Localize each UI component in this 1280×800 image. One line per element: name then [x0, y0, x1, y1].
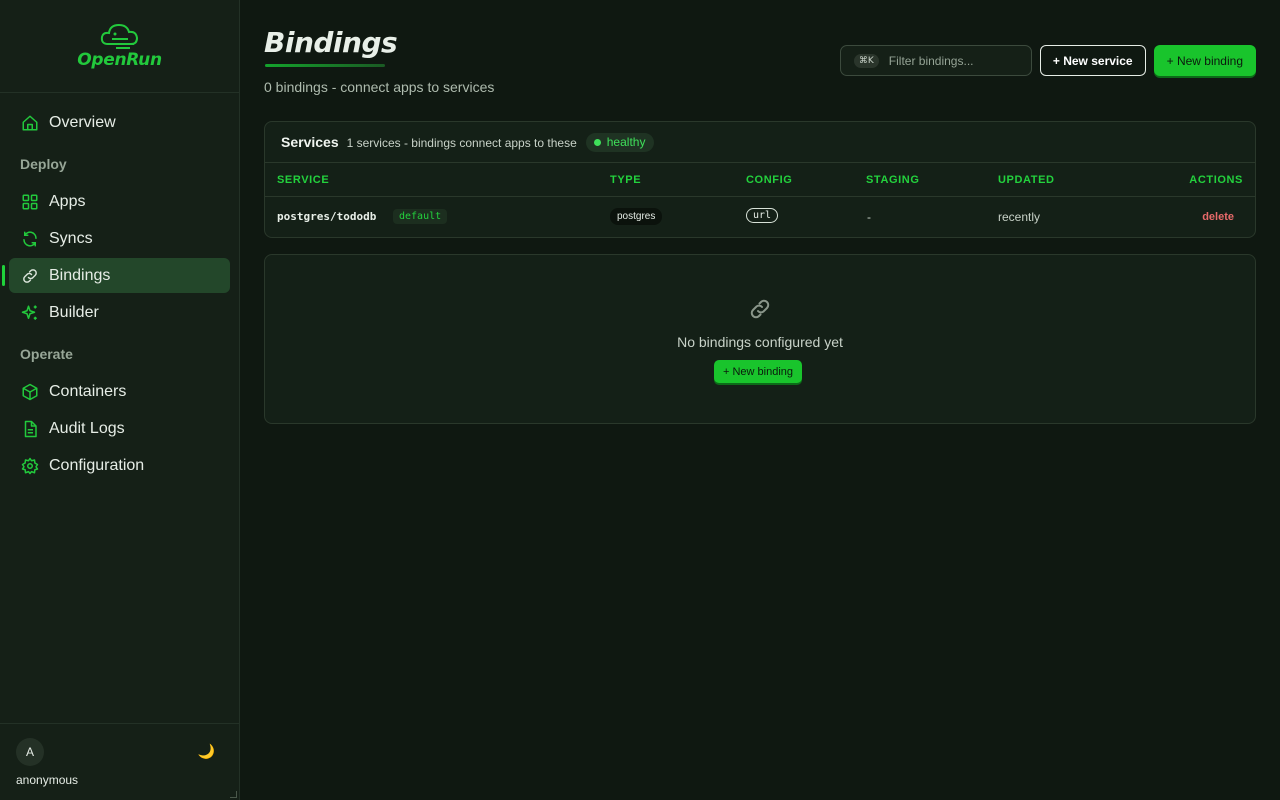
sidebar-item-apps[interactable]: Apps — [9, 184, 230, 219]
cloud-logo-icon — [100, 23, 138, 49]
sidebar-item-label: Audit Logs — [49, 419, 125, 437]
sidebar-nav: Overview Deploy Apps Syncs Bindings Buil… — [0, 93, 239, 483]
delete-button[interactable]: delete — [1202, 211, 1234, 223]
column-header-service[interactable]: SERVICE — [277, 174, 329, 186]
sidebar-item-containers[interactable]: Containers — [9, 374, 230, 409]
sidebar-item-audit-logs[interactable]: Audit Logs — [9, 411, 230, 446]
filter-field[interactable]: ⌘K — [839, 45, 1032, 76]
sidebar-item-label: Builder — [49, 303, 99, 321]
column-header-config[interactable]: CONFIG — [746, 174, 792, 186]
home-icon — [20, 113, 40, 133]
new-binding-button[interactable]: + New binding — [1153, 45, 1256, 76]
sidebar-footer: A anonymous 🌙 — [0, 723, 239, 800]
updated-value: recently — [998, 210, 1041, 224]
link-icon — [748, 297, 772, 321]
staging-value: - — [867, 210, 871, 224]
sidebar-item-builder[interactable]: Builder — [9, 295, 230, 330]
sidebar-item-label: Containers — [49, 382, 127, 400]
link-icon — [20, 266, 40, 286]
gear-icon — [20, 456, 40, 476]
brand-name: OpenRun — [77, 50, 162, 70]
column-header-updated[interactable]: UPDATED — [998, 174, 1055, 186]
sidebar-item-label: Apps — [49, 192, 86, 210]
services-title: Services — [281, 134, 339, 150]
shortcut-badge: ⌘K — [853, 53, 879, 68]
service-name: postgres/tododb — [277, 210, 377, 223]
page-title: Bindings — [264, 26, 398, 59]
sparkle-icon — [20, 303, 40, 323]
config-badge[interactable]: url — [746, 208, 779, 223]
default-tag: default — [393, 209, 448, 224]
avatar[interactable]: A — [16, 738, 44, 766]
column-header-staging[interactable]: STAGING — [866, 174, 920, 186]
toolbar: ⌘K + New service + New binding — [839, 45, 1256, 76]
username: anonymous — [16, 773, 79, 787]
column-header-actions: ACTIONS — [1189, 174, 1243, 186]
table-row[interactable]: postgres/tododb default postgres url - r… — [265, 197, 1255, 237]
title-underline — [265, 64, 385, 67]
sidebar-item-label: Syncs — [49, 229, 93, 247]
moon-icon[interactable]: 🌙 — [198, 743, 215, 760]
grid-icon — [20, 192, 40, 212]
sidebar-item-configuration[interactable]: Configuration — [9, 448, 230, 483]
services-header: Services 1 services - bindings connect a… — [265, 122, 1255, 163]
nav-section-operate: Operate — [20, 346, 73, 362]
page-subtitle: 0 bindings - connect apps to services — [264, 79, 495, 95]
nav-section-deploy: Deploy — [20, 156, 67, 172]
status-dot-icon — [593, 138, 601, 146]
sidebar: OpenRun Overview Deploy Apps Syncs Bindi… — [0, 0, 240, 800]
sidebar-item-overview[interactable]: Overview — [9, 105, 230, 140]
empty-new-binding-button[interactable]: + New binding — [714, 360, 803, 383]
logo[interactable]: OpenRun — [0, 0, 239, 93]
sidebar-item-syncs[interactable]: Syncs — [9, 221, 230, 256]
status-text: healthy — [606, 135, 646, 149]
table-header: SERVICE TYPE CONFIG STAGING UPDATED ACTI… — [265, 163, 1255, 197]
new-service-button[interactable]: + New service — [1039, 45, 1146, 76]
sidebar-item-bindings[interactable]: Bindings — [2, 258, 230, 293]
sidebar-item-label: Bindings — [49, 266, 111, 284]
refresh-icon — [20, 229, 40, 249]
resize-handle[interactable] — [230, 791, 237, 798]
status-badge: healthy — [585, 132, 655, 152]
type-badge: postgres — [610, 208, 663, 225]
sidebar-item-label: Overview — [49, 113, 116, 131]
services-meta: 1 services - bindings connect apps to th… — [346, 136, 577, 150]
empty-state-message: No bindings configured yet — [677, 334, 843, 350]
services-card: Services 1 services - bindings connect a… — [264, 121, 1256, 238]
column-header-type[interactable]: TYPE — [610, 174, 641, 186]
filter-input[interactable] — [888, 53, 1029, 68]
box-icon — [20, 382, 40, 402]
document-icon — [20, 419, 40, 439]
sidebar-item-label: Configuration — [49, 456, 145, 474]
empty-state-card: No bindings configured yet + New binding — [264, 254, 1256, 424]
